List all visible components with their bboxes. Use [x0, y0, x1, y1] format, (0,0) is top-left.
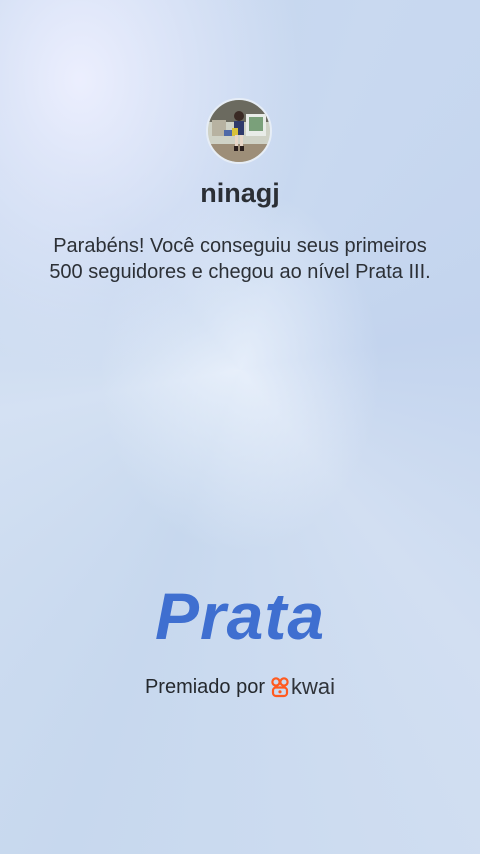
avatar-photo: [208, 100, 270, 162]
congratulation-message: Parabéns! Você conseguiu seus primeiros …: [49, 235, 431, 283]
username: ninagj: [200, 178, 280, 208]
avatar[interactable]: [206, 98, 272, 164]
kwai-wordmark: kwai: [291, 674, 336, 699]
level-name: Prata: [154, 579, 326, 653]
kwai-logo: kwai: [271, 674, 335, 700]
awarded-label: Premiado por: [144, 675, 266, 698]
kwai-logo-icon: [271, 677, 289, 698]
awarded-by: Premiado por kwai: [0, 674, 480, 700]
